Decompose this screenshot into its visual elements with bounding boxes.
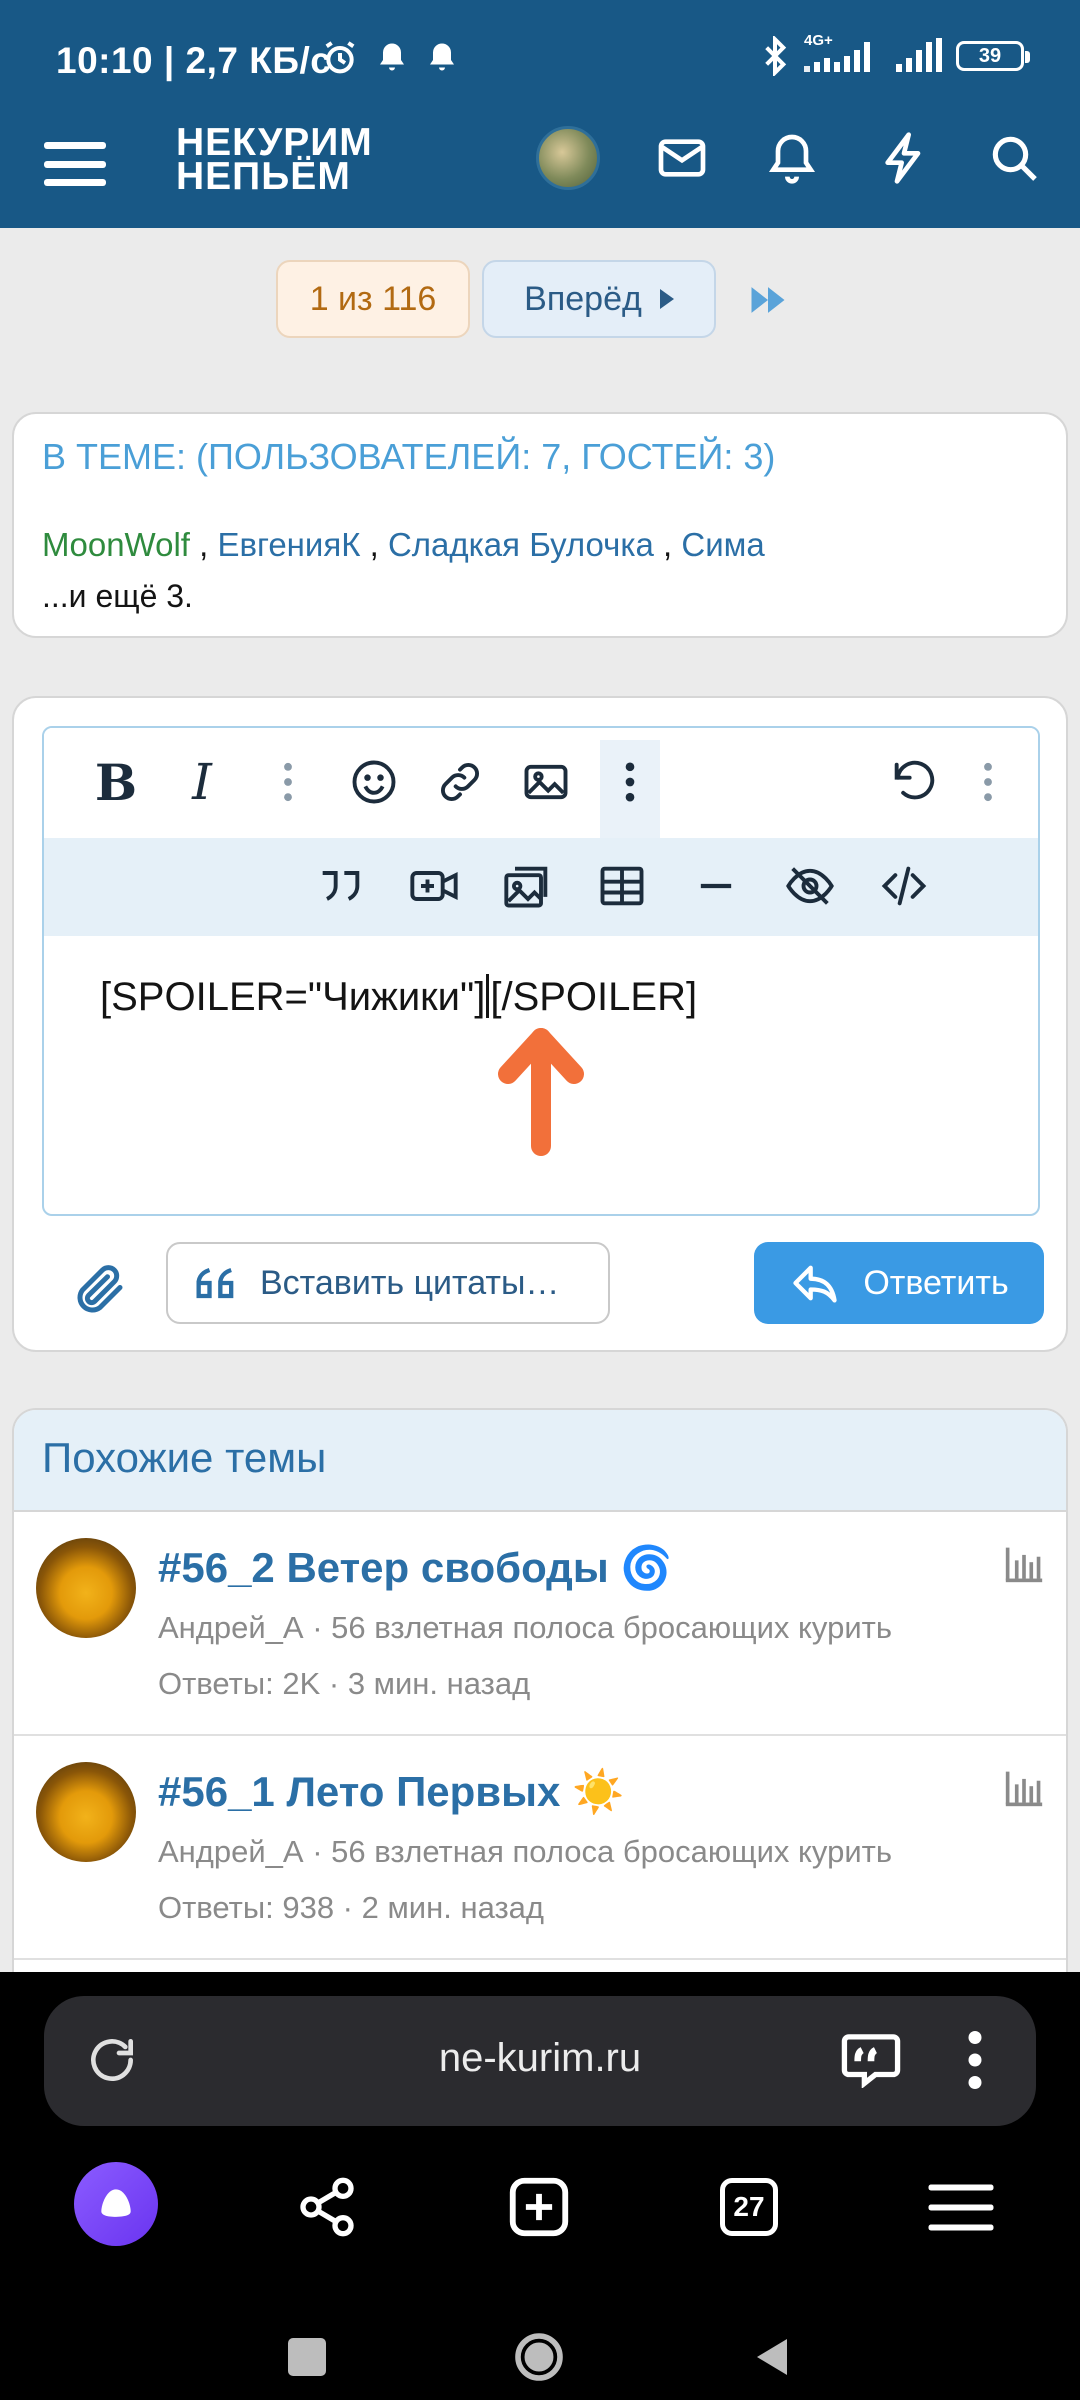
user-link[interactable]: Сима xyxy=(681,526,764,563)
online-users-title: В ТЕМЕ: (ПОЛЬЗОВАТЕЛЕЙ: 7, ГОСТЕЙ: 3) xyxy=(42,436,776,477)
topic-title[interactable]: #56_1 Лето Первых ☀️ xyxy=(158,1768,624,1817)
italic-button[interactable]: I xyxy=(170,750,234,814)
editor-content[interactable]: [SPOILER="Чижики"] [/SPOILER] xyxy=(100,974,697,1020)
topic-author-forum: Андрей_А · 56 взлетная полоса бросающих … xyxy=(158,1610,892,1645)
mail-icon[interactable] xyxy=(654,130,710,186)
user-link[interactable]: MoonWolf xyxy=(42,526,190,563)
bold-button[interactable]: B xyxy=(84,750,148,814)
undo-icon[interactable] xyxy=(882,750,946,814)
gallery-icon[interactable] xyxy=(496,854,560,918)
similar-topics-header: Похожие темы xyxy=(14,1410,1066,1512)
more-insert-options-button[interactable] xyxy=(598,750,662,814)
link-icon[interactable] xyxy=(428,750,492,814)
bar-chart-icon xyxy=(1005,1771,1043,1807)
reply-icon xyxy=(793,1265,837,1303)
list-item[interactable]: #56_2 Ветер свободы 🌀 Андрей_А · 56 взле… xyxy=(14,1514,1066,1736)
media-icon[interactable] xyxy=(402,854,466,918)
quote-icon[interactable] xyxy=(308,854,372,918)
fast-forward-icon[interactable] xyxy=(746,278,790,322)
chevron-right-icon xyxy=(659,289,674,309)
alice-assistant-icon[interactable] xyxy=(74,2162,158,2246)
bell-icon xyxy=(380,43,404,71)
quote-icon xyxy=(196,1267,234,1299)
code-icon[interactable] xyxy=(872,854,936,918)
status-icons-right: 4G+ 39 xyxy=(760,32,1030,76)
online-users-block: В ТЕМЕ: (ПОЛЬЗОВАТЕЛЕЙ: 7, ГОСТЕЙ: 3) Mo… xyxy=(12,412,1068,638)
signal-icon: 4G+ xyxy=(804,32,880,76)
online-users-list: MoonWolf , ЕвгенияК , Сладкая Булочка , … xyxy=(42,526,765,563)
horizontal-line-icon[interactable] xyxy=(684,854,748,918)
menu-icon[interactable] xyxy=(44,134,106,194)
list-item[interactable]: #56_1 Лето Первых ☀️ Андрей_А · 56 взлет… xyxy=(14,1738,1066,1960)
topic-title[interactable]: #56_2 Ветер свободы 🌀 xyxy=(158,1544,673,1593)
topic-stats: Ответы: 938 · 2 мин. назад xyxy=(158,1890,545,1925)
share-icon[interactable] xyxy=(282,2162,372,2252)
user-link[interactable]: ЕвгенияК xyxy=(217,526,360,563)
tabs-button[interactable]: 27 xyxy=(704,2162,794,2252)
current-page-indicator[interactable]: 1 из 116 xyxy=(276,260,470,338)
site-logo[interactable]: НЕКУРИМ НЕПЬЁМ xyxy=(176,123,373,196)
alarm-icon xyxy=(325,41,355,74)
recents-button[interactable] xyxy=(272,2322,342,2392)
bluetooth-icon xyxy=(765,36,787,76)
user-avatar[interactable] xyxy=(536,126,600,190)
emoji-icon[interactable] xyxy=(342,750,406,814)
bell-icon xyxy=(430,43,454,71)
reply-button[interactable]: Ответить xyxy=(754,1242,1044,1324)
insert-quotes-button[interactable]: Вставить цитаты… xyxy=(166,1242,610,1324)
quick-reply-form: B I [SPOILER="Чижики"] [/SPOILER] Встави… xyxy=(12,696,1068,1352)
search-icon[interactable] xyxy=(986,130,1042,186)
topic-stats: Ответы: 2K · 3 мин. назад xyxy=(158,1666,531,1701)
more-options-button[interactable] xyxy=(956,750,1020,814)
similar-topics: Похожие темы #56_2 Ветер свободы 🌀 Андре… xyxy=(12,1408,1068,2008)
editor-toolbar-main: B I xyxy=(44,728,1038,838)
next-page-button[interactable]: Вперёд xyxy=(482,260,716,338)
pagination: 1 из 116 Вперёд xyxy=(0,260,1080,340)
paperclip-icon[interactable] xyxy=(70,1260,130,1320)
rich-text-editor: B I [SPOILER="Чижики"] [/SPOILER] xyxy=(42,726,1040,1216)
more-text-options-button[interactable] xyxy=(256,750,320,814)
avatar[interactable] xyxy=(36,1538,136,1638)
text-cursor xyxy=(486,974,490,1018)
arrow-up-icon xyxy=(498,1028,584,1156)
menu-icon[interactable] xyxy=(916,2162,1006,2252)
signal-icon xyxy=(896,38,942,72)
image-icon[interactable] xyxy=(514,750,578,814)
browser-chrome: ne-kurim.ru 27 xyxy=(0,1972,1080,2400)
battery-indicator: 39 xyxy=(956,41,1030,71)
quote-bubble-icon[interactable] xyxy=(840,2030,902,2088)
more-users-text: ...и ещё 3. xyxy=(42,578,193,614)
topic-author-forum: Андрей_А · 56 взлетная полоса бросающих … xyxy=(158,1834,892,1869)
status-time: 10:10 | 2,7 КБ/с xyxy=(56,40,332,81)
spoiler-hidden-icon[interactable] xyxy=(778,854,842,918)
more-vert-icon[interactable] xyxy=(966,2030,984,2090)
avatar[interactable] xyxy=(36,1762,136,1862)
user-link[interactable]: Сладкая Булочка xyxy=(388,526,654,563)
back-button[interactable] xyxy=(738,2322,808,2392)
editor-toolbar-insert xyxy=(44,838,1038,936)
site-header: НЕКУРИМ НЕПЬЁМ xyxy=(0,120,1080,228)
home-button[interactable] xyxy=(504,2322,574,2392)
bar-chart-icon xyxy=(1005,1547,1043,1583)
new-tab-icon[interactable] xyxy=(494,2162,584,2252)
table-icon[interactable] xyxy=(590,854,654,918)
notifications-bell-icon[interactable] xyxy=(764,130,820,186)
top-app-bar: 10:10 | 2,7 КБ/с 4G+ 39 НЕКУРИМ НЕПЬЁМ xyxy=(0,0,1080,228)
address-bar[interactable]: ne-kurim.ru xyxy=(44,1996,1036,2126)
lightning-icon[interactable] xyxy=(876,130,932,186)
status-bar: 10:10 | 2,7 КБ/с 4G+ 39 xyxy=(0,0,1080,120)
status-icons-left xyxy=(320,38,460,78)
